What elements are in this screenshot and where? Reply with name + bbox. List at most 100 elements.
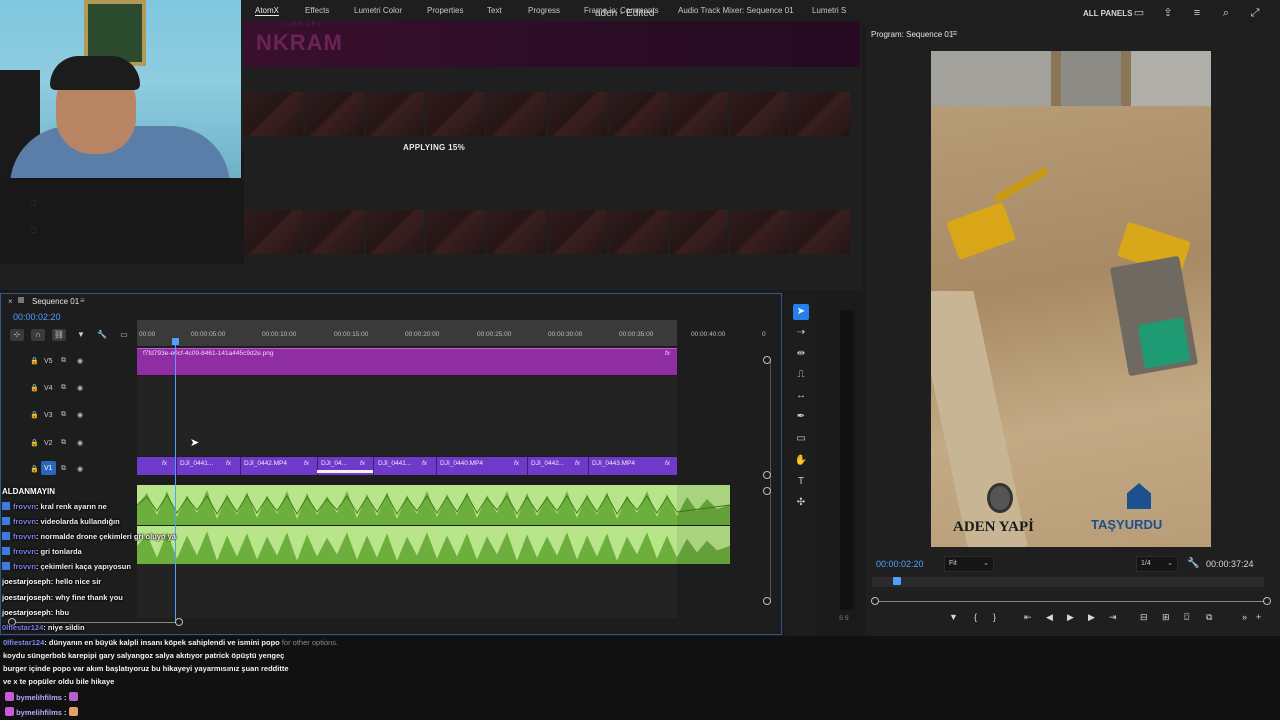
overwrite-icon[interactable]: ⊞	[1162, 612, 1170, 623]
person-headset	[50, 56, 140, 90]
program-mini-ruler[interactable]	[872, 577, 1264, 587]
menu-icon[interactable]: ≡	[1190, 6, 1204, 20]
clip-name[interactable]: DJI_0440.MP4	[440, 460, 483, 467]
tab-lumetri-scopes[interactable]: Lumetri S	[812, 6, 846, 15]
eye-icon[interactable]: ◉	[77, 465, 83, 473]
wrench-icon[interactable]: 🔧	[1187, 558, 1199, 569]
sequence-tab[interactable]: Sequence 01	[32, 297, 79, 306]
selection-tool-icon[interactable]: ➤	[793, 304, 809, 320]
resolution-select[interactable]: 1/4 ⌄	[1136, 556, 1178, 572]
empty-tracks-area[interactable]	[137, 376, 677, 456]
zoom-bar-handle-right[interactable]	[1263, 597, 1271, 605]
playhead-line[interactable]	[175, 338, 176, 623]
comparison-view-icon[interactable]: ⧉	[1206, 612, 1212, 623]
sync-lock-icon[interactable]: ⧉	[61, 384, 66, 392]
eye-icon[interactable]: ◉	[77, 439, 83, 447]
more-controls-icon[interactable]: »	[1242, 612, 1247, 622]
fullscreen-icon[interactable]: ⤢	[1248, 6, 1262, 20]
linked-selection-icon[interactable]: ⛓	[52, 329, 66, 341]
badge-icon	[5, 707, 14, 716]
add-button-icon[interactable]: +	[1256, 612, 1261, 622]
panel-menu-icon[interactable]: ≡	[952, 28, 957, 38]
clip-name[interactable]: DJI_0442.MP4	[244, 460, 287, 467]
tab-lumetri-color[interactable]: Lumetri Color	[354, 6, 402, 15]
search-icon[interactable]: ⌕	[1219, 6, 1233, 20]
tab-frameio-comments[interactable]: Frame.io: Comments	[584, 6, 659, 15]
go-to-in-icon[interactable]: ⇤	[1024, 612, 1032, 623]
playhead-handle[interactable]	[172, 338, 179, 345]
lock-icon[interactable]: 🔒	[30, 465, 39, 473]
clip-name[interactable]: DJI_0441...	[180, 460, 213, 467]
empty-audio-tracks[interactable]	[137, 564, 677, 618]
track-select-tool-icon[interactable]: ⇢	[793, 325, 809, 341]
tab-text[interactable]: Text	[487, 6, 502, 15]
sync-lock-icon[interactable]: ⧉	[61, 439, 66, 447]
clip-name[interactable]: DJI_0442...	[531, 460, 564, 467]
audio-clip-a2[interactable]	[137, 526, 730, 564]
sync-lock-icon[interactable]: ⧉	[61, 465, 66, 473]
eye-icon[interactable]: ◉	[77, 357, 83, 365]
fx-badge: fx	[360, 460, 366, 467]
share-icon[interactable]: ⇪	[1161, 6, 1175, 20]
step-back-icon[interactable]: ◀	[1046, 612, 1053, 623]
tab-audio-track-mixer[interactable]: Audio Track Mixer: Sequence 01	[678, 6, 794, 15]
nest-icon[interactable]: ⊹	[10, 329, 24, 341]
scroll-handle[interactable]	[763, 471, 771, 479]
sequence-icon	[18, 297, 24, 303]
pen-tool-icon[interactable]: ✒	[793, 409, 809, 425]
tab-effects[interactable]: Effects	[305, 6, 329, 15]
scroll-handle[interactable]	[763, 487, 771, 495]
lock-icon[interactable]: 🔒	[30, 357, 39, 365]
program-zoom-bar[interactable]	[874, 601, 1268, 602]
play-icon[interactable]: ▶	[1067, 612, 1074, 623]
go-to-out-icon[interactable]: ⇥	[1109, 612, 1117, 623]
slip-tool-icon[interactable]: ↔	[793, 388, 809, 404]
mark-out-icon[interactable]: }	[993, 612, 996, 622]
lock-icon[interactable]: 🔒	[30, 439, 39, 447]
insert-icon[interactable]: ⊟	[1140, 612, 1148, 623]
clip-name[interactable]: DJI_0443.MP4	[592, 460, 635, 467]
close-icon[interactable]: ×	[8, 297, 13, 306]
scroll-handle[interactable]	[763, 597, 771, 605]
tab-progress[interactable]: Progress	[528, 6, 560, 15]
tab-properties[interactable]: Properties	[427, 6, 463, 15]
zoom-fit-select[interactable]: Fit ⌄	[944, 556, 994, 572]
step-forward-icon[interactable]: ▶	[1088, 612, 1095, 623]
ruler-tick: 00:00:20:00	[405, 331, 440, 338]
panel-menu-icon[interactable]: ≡	[80, 296, 85, 305]
scroll-handle[interactable]	[175, 618, 183, 626]
type-tool-icon[interactable]: T	[793, 474, 809, 490]
sync-lock-icon[interactable]: ⧉	[61, 357, 66, 365]
chat-badge-icon	[2, 517, 10, 525]
zoom-bar-handle-left[interactable]	[871, 597, 879, 605]
captions-icon[interactable]: ▭	[117, 329, 131, 341]
vertical-scrollbar[interactable]	[770, 360, 771, 602]
tasyurdu-logo-text: TAŞYURDU	[1091, 517, 1163, 532]
mark-in-icon[interactable]: {	[974, 612, 977, 622]
snap-icon[interactable]: ∩	[31, 329, 45, 341]
sync-lock-icon[interactable]: ⧉	[61, 411, 66, 419]
ripple-edit-tool-icon[interactable]: ⇹	[793, 346, 809, 362]
razor-tool-icon[interactable]: ⎍	[793, 367, 809, 383]
scroll-handle[interactable]	[763, 356, 771, 364]
clip-name[interactable]: DJI_0441...	[378, 460, 411, 467]
eye-icon[interactable]: ◉	[77, 411, 83, 419]
hand-tool-icon[interactable]: ✋	[793, 453, 809, 469]
program-playhead[interactable]	[893, 577, 901, 585]
audio-clip-a1[interactable]	[137, 485, 730, 525]
tab-atomx[interactable]: AtomX	[255, 6, 280, 16]
lock-icon[interactable]: 🔒	[30, 384, 39, 392]
settings-wrench-icon[interactable]: 🔧	[95, 329, 109, 341]
timeline-timecode[interactable]: 00:00:02:20	[13, 312, 61, 322]
export-frame-icon[interactable]: ⌼	[1184, 612, 1189, 623]
all-panels-button[interactable]: ALL PANELS	[1083, 9, 1132, 18]
panel-layout-icon[interactable]: ▭	[1132, 6, 1146, 20]
ai-tool-icon[interactable]: ✣	[793, 495, 809, 511]
lock-icon[interactable]: 🔒	[30, 411, 39, 419]
program-timecode[interactable]: 00:00:02:20	[876, 559, 924, 569]
eye-icon[interactable]: ◉	[77, 384, 83, 392]
clip-name[interactable]: DJI_04...	[321, 460, 347, 467]
add-marker-icon[interactable]: ▼	[74, 329, 88, 341]
add-marker-icon[interactable]: ▼	[949, 612, 958, 622]
rectangle-tool-icon[interactable]: ▭	[793, 431, 809, 447]
